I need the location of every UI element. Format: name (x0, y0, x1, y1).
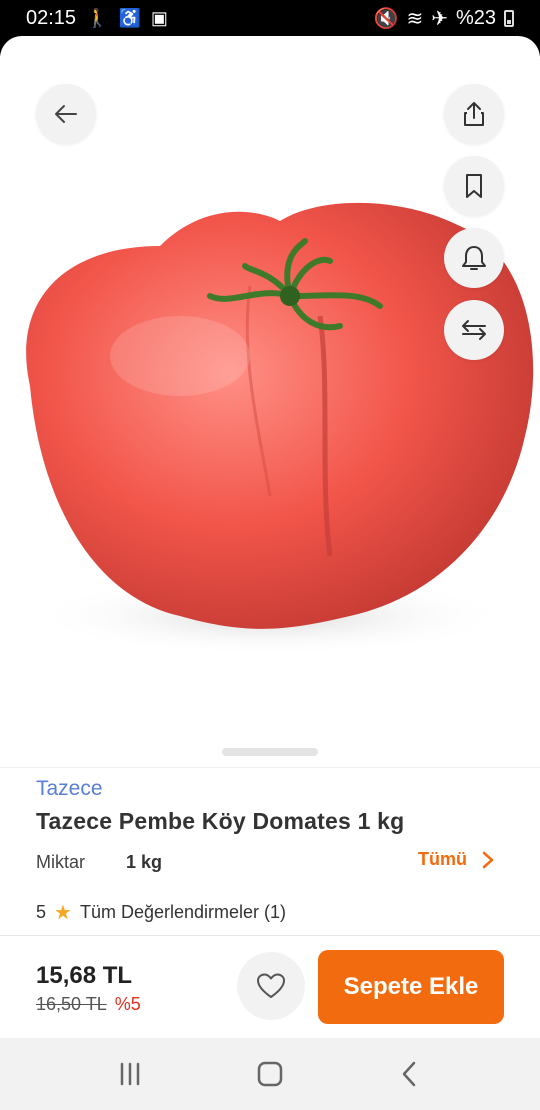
airplane-icon: ✈ (431, 7, 448, 30)
screen: 02:15 🚶 ♿ ▣ 🔇 ≋ ✈ %23 Tazece Tazece Pemb… (0, 0, 540, 1110)
mute-icon: 🔇 (373, 7, 399, 30)
home-button[interactable] (240, 1054, 300, 1094)
tomato-image (0, 56, 540, 676)
wifi-icon: ≋ (406, 7, 424, 30)
compare-arrows-icon (462, 320, 486, 340)
nav-back-button[interactable] (380, 1054, 440, 1094)
old-price-row: 16,50 TL %5 (36, 994, 141, 1015)
old-price: 16,50 TL (36, 994, 107, 1014)
chevron-left-icon (402, 1061, 416, 1087)
notify-button[interactable] (444, 228, 504, 288)
all-options-link[interactable]: Tümü (418, 849, 495, 870)
back-button[interactable] (36, 84, 96, 144)
reviews-link[interactable]: Tüm Değerlendirmeler (1) (80, 902, 286, 923)
add-to-cart-button[interactable]: Sepete Ekle (318, 950, 504, 1024)
bell-icon (462, 246, 486, 270)
app-icon: ▣ (150, 7, 168, 28)
bookmark-button[interactable] (444, 156, 504, 216)
home-icon (257, 1061, 283, 1087)
compare-button[interactable] (444, 300, 504, 360)
battery-text: %23 (455, 6, 496, 29)
quantity-value: 1 kg (126, 852, 163, 872)
chevron-right-icon (482, 851, 494, 868)
quantity-label: Miktar (36, 852, 85, 872)
rating-value: 5 (36, 902, 47, 922)
share-button[interactable] (444, 84, 504, 144)
divider (0, 935, 540, 936)
walk-icon: 🚶 (86, 7, 109, 28)
divider (0, 767, 540, 768)
accessibility-icon: ♿ (118, 7, 141, 28)
brand-link[interactable]: Tazece (36, 777, 103, 801)
status-bar: 02:15 🚶 ♿ ▣ 🔇 ≋ ✈ %23 (0, 0, 540, 36)
share-icon (464, 102, 484, 126)
system-nav-bar (0, 1038, 540, 1110)
discount-badge: %5 (114, 994, 141, 1014)
product-title: Tazece Pembe Köy Domates 1 kg (36, 808, 405, 834)
product-sheet: Tazece Tazece Pembe Köy Domates 1 kg Mik… (0, 36, 540, 1038)
battery-icon (504, 9, 514, 27)
recent-apps-icon (120, 1062, 140, 1086)
recent-apps-button[interactable] (100, 1054, 160, 1094)
heart-icon (257, 973, 285, 998)
star-icon: ★ (54, 902, 72, 924)
price: 15,68 TL (36, 962, 133, 989)
status-time: 02:15 (26, 6, 77, 29)
bookmark-icon (466, 174, 482, 198)
all-options-label: Tümü (418, 849, 467, 869)
back-arrow-icon (55, 105, 77, 123)
rating-row[interactable]: 5 ★ Tüm Değerlendirmeler (1) (36, 900, 286, 925)
favorite-button[interactable] (237, 952, 305, 1020)
drag-handle[interactable] (222, 748, 318, 756)
